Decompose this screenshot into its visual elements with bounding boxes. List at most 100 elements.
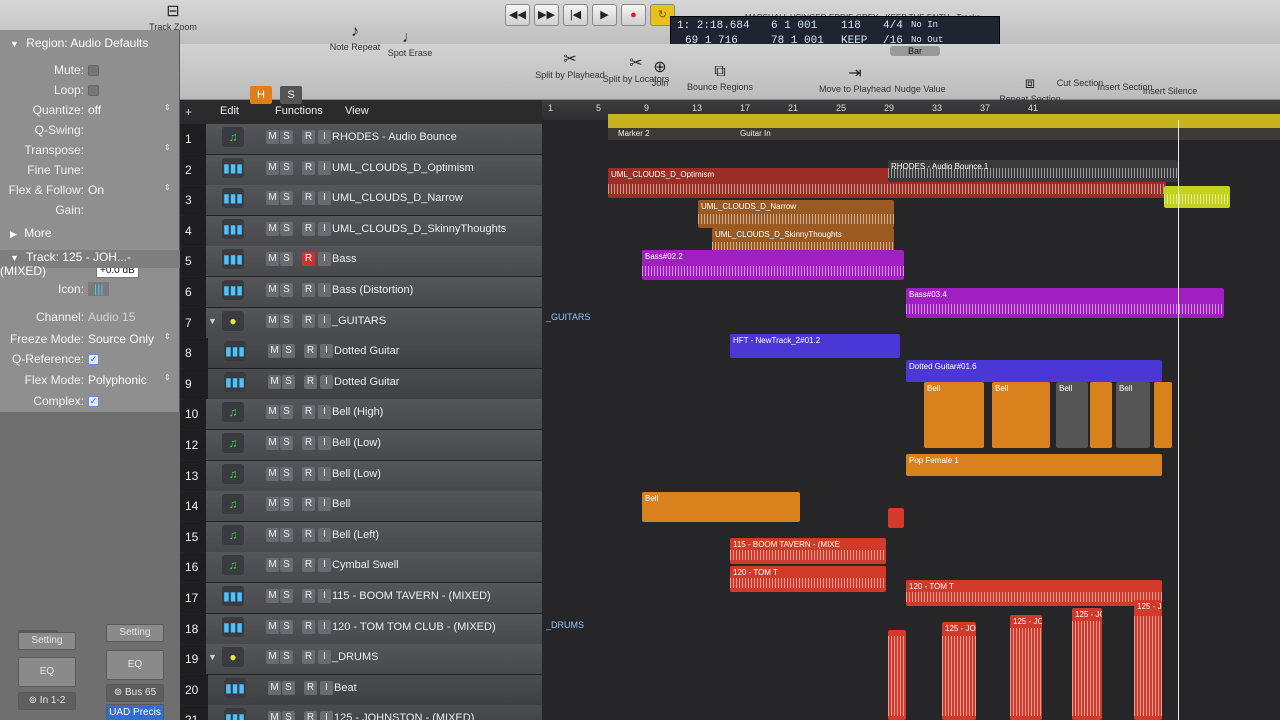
track-param-row[interactable]: Complex: ✓ bbox=[0, 394, 180, 412]
track-name[interactable]: 120 - TOM TOM CLUB - (MIXED) bbox=[332, 621, 496, 633]
join-button[interactable]: ⊕ Join bbox=[640, 58, 680, 88]
rewind-button[interactable]: ◀◀ bbox=[505, 4, 530, 26]
track-header-row[interactable]: 21 ▮▮▮ MSRI125 - JOHNSTON - (MIXED) bbox=[180, 705, 542, 720]
solo-button[interactable]: S bbox=[280, 405, 293, 420]
region-param-row[interactable]: Quantize: off ⇕ bbox=[0, 103, 180, 121]
midi-note-icon[interactable]: ♫ bbox=[222, 127, 244, 147]
region-johnston-2[interactable]: 125 - JOHNS bbox=[942, 622, 976, 720]
folder-disclosure-icon[interactable]: ▼ bbox=[208, 316, 217, 326]
region-param-row[interactable]: Q-Swing: bbox=[0, 123, 180, 141]
track-header-row[interactable]: 1 ♫ M S R I RHODES - Audio Bounce bbox=[180, 124, 542, 155]
region-tom-tom-2[interactable]: 120 - TOM T bbox=[906, 580, 1162, 606]
mute-button[interactable]: M bbox=[266, 405, 279, 420]
track-name[interactable]: UML_CLOUDS_D_Optimism bbox=[332, 162, 474, 174]
track-header-row[interactable]: 20 ▮▮▮ M S R I Beat bbox=[180, 674, 542, 706]
track-header-body[interactable]: ♫ M S R I Bell (Left) bbox=[206, 521, 542, 552]
mute-button[interactable]: M bbox=[266, 619, 279, 634]
eq-button-left[interactable]: EQ bbox=[18, 657, 76, 687]
eq-button-right[interactable]: EQ bbox=[106, 650, 164, 680]
solo-button[interactable]: S bbox=[280, 527, 293, 542]
go-to-start-button[interactable]: |◀ bbox=[563, 4, 588, 26]
track-header-row[interactable]: 18 ▮▮▮ M S R I 120 - TOM TOM CLUB - (MIXED) bbox=[180, 613, 542, 645]
input-monitor-button[interactable]: I bbox=[318, 527, 331, 542]
checkbox[interactable]: ✓ bbox=[88, 354, 99, 365]
track-section-header[interactable]: ▼ Track: 125 - JOH...- (MIXED) bbox=[0, 250, 180, 278]
hide-button[interactable]: H bbox=[250, 86, 272, 104]
region-inst5[interactable] bbox=[888, 508, 904, 528]
forward-button[interactable]: ▶▶ bbox=[534, 4, 559, 26]
track-header-body[interactable]: ♫ M S R I Bell (High) bbox=[206, 399, 542, 430]
solo-button[interactable]: S bbox=[280, 589, 293, 603]
region-bass-03[interactable]: Bass#03.4 bbox=[906, 288, 1224, 318]
track-name[interactable]: 115 - BOOM TAVERN - (MIXED) bbox=[332, 590, 491, 602]
track-header-row[interactable]: 9 ▮▮▮ M S R I Dotted Guitar bbox=[180, 368, 542, 400]
record-button[interactable]: ● bbox=[621, 4, 646, 26]
region-param-row[interactable]: Gain: bbox=[0, 203, 180, 221]
track-name[interactable]: _DRUMS bbox=[332, 651, 378, 663]
add-track-button[interactable]: + bbox=[185, 105, 192, 119]
region-param-row[interactable]: Mute: bbox=[0, 63, 180, 81]
track-name[interactable]: UML_CLOUDS_D_SkinnyThoughts bbox=[332, 223, 506, 235]
stepper-icon[interactable]: ⇕ bbox=[164, 332, 171, 341]
input-monitor-button[interactable]: I bbox=[318, 466, 331, 481]
mute-button[interactable]: M bbox=[266, 160, 279, 175]
midi-note-icon[interactable]: ♫ bbox=[222, 494, 244, 515]
input-monitor-button[interactable]: I bbox=[318, 558, 331, 573]
track-name[interactable]: Bass bbox=[332, 253, 356, 265]
track-header-body[interactable]: ▮▮▮ M S R I Dotted Guitar bbox=[208, 338, 542, 369]
track-name[interactable]: Bell (Left) bbox=[332, 529, 379, 541]
track-header-row[interactable]: 12 ♫ M S R I Bell (Low) bbox=[180, 430, 542, 461]
track-header-body[interactable]: ♫ M S R I Cymbal Swell bbox=[206, 552, 542, 583]
plugin-slot-uad[interactable]: UAD Precis bbox=[106, 704, 164, 720]
input-monitor-button[interactable]: I bbox=[318, 619, 331, 634]
functions-menu[interactable]: Functions bbox=[275, 105, 323, 117]
track-header-row[interactable]: 17 ▮▮▮ M S R I 115 - BOOM TAVERN - (MIXED) bbox=[180, 583, 542, 614]
track-param-row[interactable]: Freeze Mode: Source Only ⇕ bbox=[0, 332, 180, 350]
record-enable-button[interactable]: R bbox=[302, 313, 315, 328]
track-name[interactable]: Dotted Guitar bbox=[334, 376, 399, 388]
track-header-body[interactable]: ▮▮▮ M S R I Bass (Distortion) bbox=[206, 277, 542, 307]
input-monitor-button[interactable]: I bbox=[320, 344, 333, 359]
track-header-body[interactable]: ▮▮▮ M S R I Dotted Guitar bbox=[208, 368, 542, 399]
record-enable-button[interactable]: R bbox=[304, 344, 317, 359]
solo-button[interactable]: S bbox=[280, 436, 293, 450]
track-name[interactable]: Cymbal Swell bbox=[332, 559, 399, 571]
folder-disclosure-icon[interactable]: ▼ bbox=[208, 652, 217, 662]
record-enable-button[interactable]: R bbox=[302, 405, 315, 420]
param-value[interactable]: off bbox=[88, 103, 101, 117]
track-header-body[interactable]: ▮▮▮ M S R I 120 - TOM TOM CLUB - (MIXED) bbox=[206, 613, 542, 644]
mute-button[interactable]: M bbox=[266, 589, 279, 603]
track-name[interactable]: _GUITARS bbox=[332, 315, 386, 327]
solo-button[interactable]: S bbox=[280, 313, 293, 328]
record-enable-button[interactable]: R bbox=[302, 191, 315, 206]
track-header-body[interactable]: ▮▮▮ M S R I 125 - JOHNSTON - (MIXED) bbox=[208, 705, 542, 720]
track-name[interactable]: RHODES - Audio Bounce bbox=[332, 131, 457, 143]
setting-button-right[interactable]: Setting bbox=[106, 624, 164, 642]
nudge-unit-select[interactable]: Bar bbox=[890, 46, 940, 56]
waveform-icon[interactable]: ▮▮▮ bbox=[224, 371, 246, 392]
cycle-region[interactable] bbox=[608, 114, 1280, 128]
track-header-body[interactable]: ▮▮▮ M S R I Bass bbox=[206, 246, 542, 277]
region-johnston-5[interactable]: 125 - JOHNS bbox=[1134, 600, 1162, 720]
track-header-body[interactable]: ▼ ● M S R I _DRUMS bbox=[206, 644, 542, 675]
input-monitor-button[interactable]: I bbox=[320, 374, 333, 389]
solo-button[interactable]: S bbox=[282, 344, 295, 359]
track-header-row[interactable]: 15 ♫ M S R I Bell (Left) bbox=[180, 521, 542, 553]
track-name[interactable]: UML_CLOUDS_D_Narrow bbox=[332, 192, 463, 204]
track-header-body[interactable]: ▮▮▮ M S R I UML_CLOUDS_D_Optimism bbox=[206, 154, 542, 185]
param-value[interactable]: Polyphonic bbox=[88, 373, 147, 387]
record-enable-button[interactable]: R bbox=[302, 436, 315, 450]
input-monitor-button[interactable]: I bbox=[318, 283, 331, 297]
solo-button[interactable]: S bbox=[280, 130, 293, 144]
record-enable-button[interactable]: R bbox=[302, 466, 315, 481]
region-param-row[interactable]: Fine Tune: bbox=[0, 163, 180, 181]
bounce-regions-button[interactable]: ⧉ Bounce Regions bbox=[680, 62, 760, 92]
stepper-icon[interactable]: ⇕ bbox=[164, 183, 171, 192]
midi-note-icon[interactable]: ♫ bbox=[222, 433, 244, 453]
mute-button[interactable]: M bbox=[266, 466, 279, 481]
region-bell-block-5[interactable]: Bell bbox=[1116, 382, 1150, 448]
input-monitor-button[interactable]: I bbox=[318, 191, 331, 206]
record-enable-button[interactable]: R bbox=[304, 711, 317, 720]
record-enable-button[interactable]: R bbox=[302, 497, 315, 512]
region-param-row[interactable]: Loop: bbox=[0, 83, 180, 101]
